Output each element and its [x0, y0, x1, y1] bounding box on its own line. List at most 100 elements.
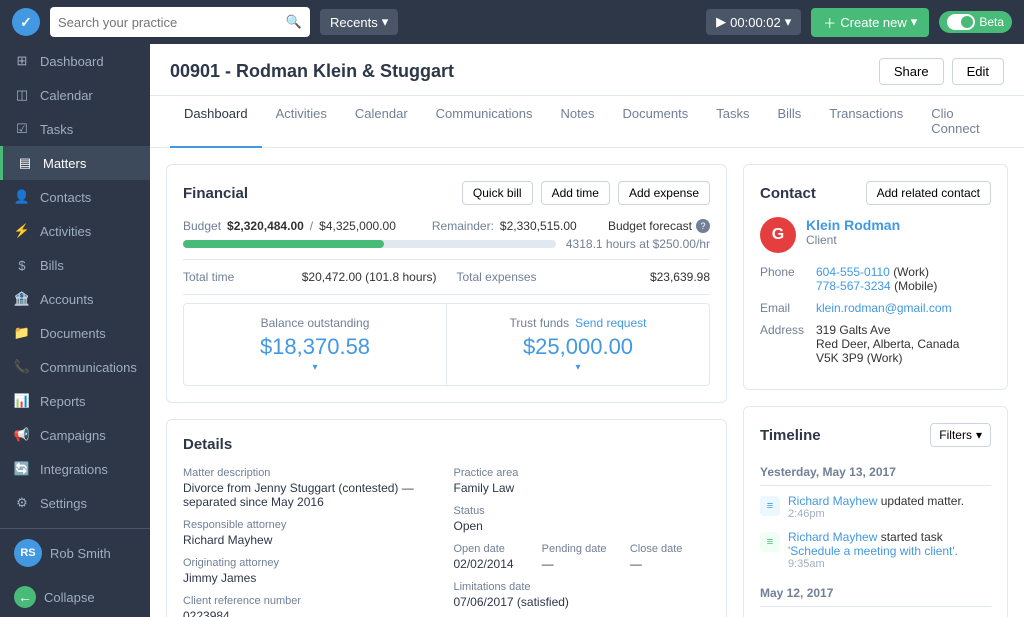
- matters-icon: ▤: [17, 155, 33, 171]
- sidebar-item-documents[interactable]: 📁 Documents: [0, 316, 150, 350]
- tab-notes[interactable]: Notes: [547, 96, 609, 148]
- address-line3: V5K 3P9 (Work): [816, 351, 959, 365]
- status-label: Status: [454, 505, 711, 517]
- total-time-value: $20,472.00 (101.8 hours): [302, 270, 437, 284]
- total-expenses-value: $23,639.98: [650, 270, 710, 284]
- sidebar-item-calendar[interactable]: ◫ Calendar: [0, 78, 150, 112]
- responsible-attorney-value: Richard Mayhew: [183, 533, 440, 547]
- limitations-value: 07/06/2017 (satisfied): [454, 595, 711, 609]
- address-line2: Red Deer, Alberta, Canada: [816, 337, 959, 351]
- timeline-date-1: Yesterday, May 13, 2017: [760, 459, 991, 486]
- total-expenses-label: Total expenses: [457, 270, 537, 284]
- financial-title: Financial: [183, 185, 248, 202]
- budget-total: $4,325,000.00: [319, 219, 396, 233]
- address-label: Address: [760, 323, 808, 365]
- sidebar-item-activities[interactable]: ⚡ Activities: [0, 214, 150, 248]
- share-button[interactable]: Share: [879, 58, 944, 85]
- contact-role: Client: [806, 233, 900, 247]
- campaigns-icon: 📢: [14, 427, 30, 443]
- tab-dashboard[interactable]: Dashboard: [170, 96, 262, 148]
- timeline-task-link-1[interactable]: 'Schedule a meeting with client'.: [788, 544, 958, 558]
- sidebar-item-bills[interactable]: $ Bills: [0, 248, 150, 282]
- sidebar-item-tasks[interactable]: ☑ Tasks: [0, 112, 150, 146]
- limitations-label: Limitations date: [454, 581, 711, 593]
- search-input[interactable]: [58, 15, 282, 30]
- edit-button[interactable]: Edit: [952, 58, 1004, 85]
- email-label: Email: [760, 301, 808, 315]
- filters-button[interactable]: Filters ▾: [930, 423, 991, 447]
- quick-bill-button[interactable]: Quick bill: [462, 181, 533, 205]
- practice-area-label: Practice area: [454, 467, 711, 479]
- balance-outstanding-card: Balance outstanding $18,370.58 ▾: [184, 304, 447, 385]
- pending-date-label: Pending date: [542, 543, 622, 555]
- tab-calendar[interactable]: Calendar: [341, 96, 422, 148]
- header-actions: Share Edit: [879, 58, 1004, 85]
- forecast-value: 4318.1 hours at $250.00/hr: [566, 237, 710, 251]
- top-nav: ✓ 🔍 Recents ▾ ▶ 00:00:02 ▾ ＋ Create new …: [0, 0, 1024, 44]
- contact-name[interactable]: Klein Rodman: [806, 217, 900, 233]
- user-profile[interactable]: RS Rob Smith: [0, 529, 150, 577]
- sidebar-item-settings[interactable]: ⚙ Settings: [0, 486, 150, 520]
- dashboard-icon: ⊞: [14, 53, 30, 69]
- create-new-button[interactable]: ＋ Create new ▾: [811, 8, 929, 37]
- content-header: 00901 - Rodman Klein & Stuggart Share Ed…: [150, 44, 1024, 96]
- phone-work[interactable]: 604-555-0110: [816, 265, 890, 279]
- tab-activities[interactable]: Activities: [262, 96, 341, 148]
- chevron-down-icon: ▾: [382, 14, 389, 30]
- sidebar-item-matters[interactable]: ▤ Matters: [0, 146, 150, 180]
- tab-tasks[interactable]: Tasks: [702, 96, 763, 148]
- client-ref-label: Client reference number: [183, 595, 440, 607]
- sidebar-item-contacts[interactable]: 👤 Contacts: [0, 180, 150, 214]
- open-date-value: 02/02/2014: [454, 557, 534, 571]
- open-date-label: Open date: [454, 543, 534, 555]
- nav-right: ▶ 00:00:02 ▾ ＋ Create new ▾ Beta: [706, 8, 1012, 37]
- sidebar-item-reports[interactable]: 📊 Reports: [0, 384, 150, 418]
- trust-label: Trust funds: [510, 316, 570, 330]
- sidebar-item-campaigns[interactable]: 📢 Campaigns: [0, 418, 150, 452]
- recents-button[interactable]: Recents ▾: [320, 9, 398, 35]
- timer-button[interactable]: ▶ 00:00:02 ▾: [706, 9, 801, 35]
- tasks-icon: ☑: [14, 121, 30, 137]
- phone-mobile-type: (Mobile): [894, 279, 937, 293]
- add-time-button[interactable]: Add time: [541, 181, 610, 205]
- sidebar-item-communications[interactable]: 📞 Communications: [0, 350, 150, 384]
- tab-documents[interactable]: Documents: [608, 96, 702, 148]
- balance-row: Balance outstanding $18,370.58 ▾ Trust f…: [183, 303, 710, 386]
- avatar: G: [760, 217, 796, 253]
- tabs-bar: Dashboard Activities Calendar Communicat…: [150, 96, 1024, 148]
- info-icon[interactable]: ?: [696, 219, 710, 233]
- financial-card: Financial Quick bill Add time Add expens…: [166, 164, 727, 403]
- close-date-label: Close date: [630, 543, 710, 555]
- practice-area-value: Family Law: [454, 481, 711, 495]
- tab-transactions[interactable]: Transactions: [815, 96, 917, 148]
- send-request-link[interactable]: Send request: [575, 316, 646, 330]
- tab-communications[interactable]: Communications: [422, 96, 547, 148]
- chevron-down-icon: ▾: [785, 14, 792, 30]
- balance-amount: $18,370.58: [196, 334, 434, 360]
- timeline-person-2[interactable]: Richard Mayhew: [788, 530, 877, 544]
- timeline-person-1[interactable]: Richard Mayhew: [788, 494, 877, 508]
- collapse-button[interactable]: ← Collapse: [0, 577, 150, 617]
- sidebar-item-dashboard[interactable]: ⊞ Dashboard: [0, 44, 150, 78]
- timeline-card: Timeline Filters ▾ Yesterday, May 13, 20…: [743, 406, 1008, 617]
- phone-mobile[interactable]: 778-567-3234: [816, 279, 891, 293]
- sidebar: ⊞ Dashboard ◫ Calendar ☑ Tasks ▤ Matters…: [0, 44, 150, 617]
- add-related-contact-button[interactable]: Add related contact: [866, 181, 991, 205]
- beta-toggle[interactable]: Beta: [939, 11, 1012, 33]
- tab-bills[interactable]: Bills: [763, 96, 815, 148]
- close-date-value: —: [630, 557, 710, 571]
- email-link[interactable]: klein.rodman@gmail.com: [816, 301, 952, 315]
- phone-work-type: (Work): [893, 265, 929, 279]
- responsible-attorney-label: Responsible attorney: [183, 519, 440, 531]
- tab-clio-connect[interactable]: Clio Connect: [917, 96, 1004, 148]
- bills-icon: $: [14, 257, 30, 273]
- timeline-time-2: 9:35am: [788, 558, 991, 570]
- reports-icon: 📊: [14, 393, 30, 409]
- sidebar-item-integrations[interactable]: 🔄 Integrations: [0, 452, 150, 486]
- sidebar-item-accounts[interactable]: 🏦 Accounts: [0, 282, 150, 316]
- budget-label: Budget: [183, 219, 221, 233]
- remainder-value: $2,330,515.00: [500, 219, 577, 233]
- trust-funds-card: Trust funds Send request $25,000.00 ▾: [447, 304, 709, 385]
- pending-date-value: —: [542, 557, 622, 571]
- add-expense-button[interactable]: Add expense: [618, 181, 710, 205]
